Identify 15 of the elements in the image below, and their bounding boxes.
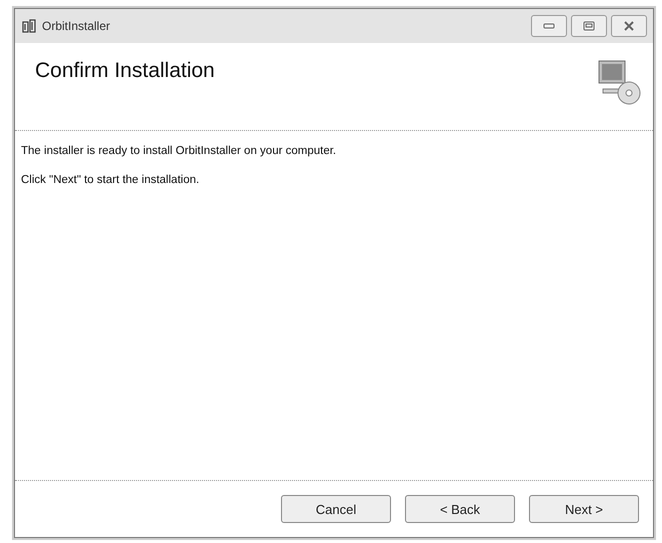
maximize-icon	[583, 21, 595, 31]
minimize-icon	[543, 22, 555, 30]
close-icon	[623, 21, 635, 31]
cancel-button[interactable]: Cancel	[281, 495, 391, 523]
instruction-text: The installer is ready to install OrbitInstaller on your computer.	[21, 145, 338, 157]
close-button[interactable]	[611, 15, 647, 37]
next-button[interactable]: Next >	[529, 495, 639, 523]
maximize-button[interactable]	[571, 15, 607, 37]
instruction-text: Click "Next" to start the installation.	[21, 174, 200, 186]
computer-disc-icon	[597, 59, 641, 105]
installer-icon	[21, 18, 37, 34]
page-heading: Confirm Installation	[35, 59, 215, 83]
back-button[interactable]: < Back	[405, 495, 515, 523]
window-title: OrbitInstaller	[42, 19, 110, 33]
minimize-button[interactable]	[531, 15, 567, 37]
